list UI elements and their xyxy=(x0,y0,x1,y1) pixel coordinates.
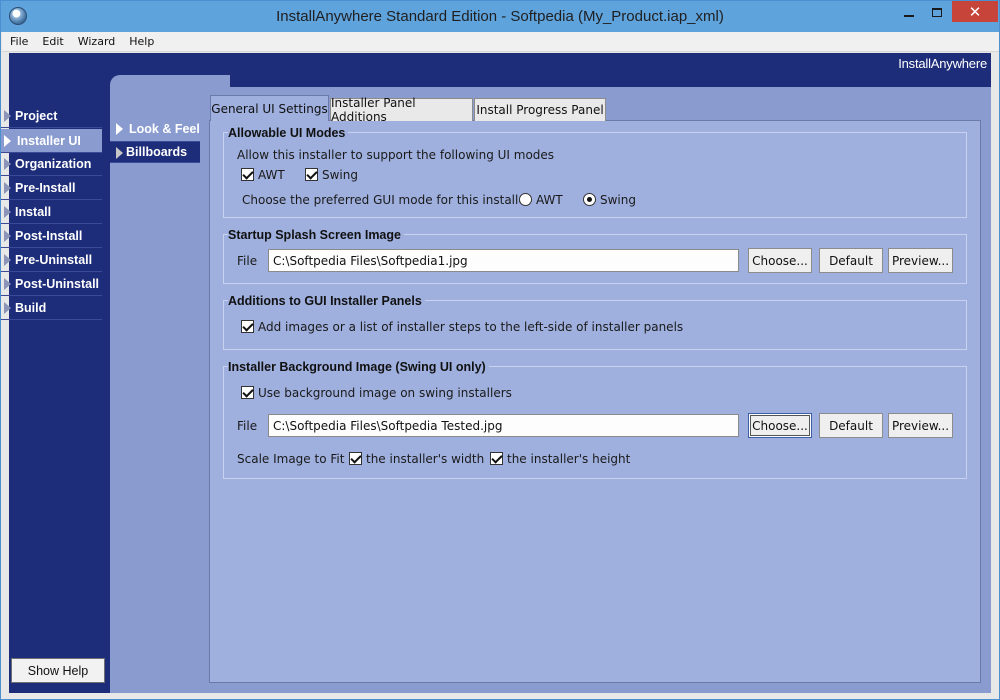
minimize-icon xyxy=(904,15,914,17)
expand-arrow-icon xyxy=(4,278,11,290)
menu-wizard[interactable]: Wizard xyxy=(72,35,122,48)
preferred-awt-radio-label: AWT xyxy=(536,193,563,207)
nav-item-label: Build xyxy=(15,300,47,315)
splash-file-field[interactable]: C:\Softpedia Files\Softpedia1.jpg xyxy=(268,249,739,272)
minimize-button[interactable] xyxy=(896,1,922,23)
nav-item-post-uninstall[interactable]: Post-Uninstall xyxy=(1,272,102,296)
brand-logo-text: InstallAnywhere xyxy=(898,56,987,71)
background-choose-button[interactable]: Choose... xyxy=(748,413,812,438)
splash-default-button[interactable]: Default xyxy=(819,248,883,273)
show-help-button[interactable]: Show Help xyxy=(11,658,105,683)
maximize-button[interactable] xyxy=(924,1,950,23)
use-background-checkbox[interactable] xyxy=(241,386,254,399)
background-default-button[interactable]: Default xyxy=(819,413,883,438)
brand-header: InstallAnywhere xyxy=(9,53,991,75)
splash-choose-button[interactable]: Choose... xyxy=(748,248,812,273)
nav-item-label: Pre-Install xyxy=(15,180,76,195)
background-preview-button[interactable]: Preview... xyxy=(888,413,953,438)
splash-title: Startup Splash Screen Image xyxy=(228,228,404,242)
expand-arrow-icon xyxy=(4,302,11,314)
background-file-label: File xyxy=(237,419,258,433)
background-file-field[interactable]: C:\Softpedia Files\Softpedia Tested.jpg xyxy=(268,414,739,437)
nav-item-label: Organization xyxy=(15,156,92,171)
splash-preview-button[interactable]: Preview... xyxy=(888,248,953,273)
expand-arrow-icon xyxy=(4,110,11,122)
use-background-checkbox-label: Use background image on swing installers xyxy=(258,386,512,400)
add-steps-checkbox-label: Add images or a list of installer steps … xyxy=(258,320,684,334)
nav-item-pre-install[interactable]: Pre-Install xyxy=(1,176,102,200)
preferred-swing-radio[interactable] xyxy=(583,193,596,206)
menu-file[interactable]: File xyxy=(4,35,34,48)
tab-installer-panel-additions[interactable]: Installer Panel Additions xyxy=(330,96,473,124)
background-title: Installer Background Image (Swing UI onl… xyxy=(228,360,489,374)
nav-item-label: Post-Uninstall xyxy=(15,276,100,291)
subnav-item-label: Look & Feel xyxy=(129,122,200,136)
preferred-awt-radio[interactable] xyxy=(519,193,532,206)
expand-arrow-icon xyxy=(116,147,123,159)
tab-install-progress-panel[interactable]: Install Progress Panel xyxy=(474,98,606,121)
swing-checkbox-label: Swing xyxy=(322,168,358,182)
add-steps-checkbox[interactable] xyxy=(241,320,254,333)
splash-file-label: File xyxy=(237,254,258,268)
ui-modes-title: Allowable UI Modes xyxy=(228,126,349,140)
close-button[interactable]: ✕ xyxy=(952,1,998,22)
expand-arrow-icon xyxy=(4,158,11,170)
nav-item-label: Pre-Uninstall xyxy=(15,252,93,267)
scale-height-checkbox[interactable] xyxy=(490,452,503,465)
title-bar: InstallAnywhere Standard Edition - Softp… xyxy=(1,1,999,32)
nav-item-post-install[interactable]: Post-Install xyxy=(1,224,102,248)
swing-checkbox[interactable] xyxy=(305,168,318,181)
maximize-icon xyxy=(932,7,942,17)
ui-modes-description: Allow this installer to support the foll… xyxy=(237,148,555,162)
expand-arrow-icon xyxy=(4,206,11,218)
nav-item-label: Project xyxy=(15,108,58,123)
expand-arrow-icon xyxy=(4,135,11,147)
tab-general-ui-settings-label[interactable]: General UI Settings xyxy=(210,95,329,121)
nav-item-installer-ui[interactable]: Installer UI xyxy=(1,129,102,153)
nav-item-label: Post-Install xyxy=(15,228,83,243)
close-icon: ✕ xyxy=(968,2,982,21)
menu-bar: File Edit Wizard Help xyxy=(2,32,999,52)
awt-checkbox-label: AWT xyxy=(258,168,285,182)
nav-item-build[interactable]: Build xyxy=(1,296,102,320)
installanywhere-window: InstallAnywhere Standard Edition - Softp… xyxy=(0,0,1000,700)
menu-edit[interactable]: Edit xyxy=(36,35,69,48)
subnav-item-look-and-feel[interactable]: Look & Feel xyxy=(110,118,200,140)
scale-width-checkbox[interactable] xyxy=(349,452,362,465)
awt-checkbox[interactable] xyxy=(241,168,254,181)
expand-arrow-icon xyxy=(4,230,11,242)
preferred-gui-label: Choose the preferred GUI mode for this i… xyxy=(242,193,531,207)
preferred-swing-radio-label: Swing xyxy=(600,193,636,207)
nav-item-label: Installer UI xyxy=(17,133,81,148)
nav-item-pre-uninstall[interactable]: Pre-Uninstall xyxy=(1,248,102,272)
scale-width-checkbox-label: the installer's width xyxy=(366,452,485,466)
subnav-item-billboards[interactable]: Billboards xyxy=(110,141,200,163)
nav-item-organization[interactable]: Organization xyxy=(1,152,102,176)
subnav-item-label: Billboards xyxy=(126,145,188,159)
menu-help[interactable]: Help xyxy=(123,35,160,48)
expand-arrow-icon xyxy=(116,123,123,135)
scale-to-fit-label: Scale Image to Fit xyxy=(237,452,345,466)
nav-item-project[interactable]: Project xyxy=(1,104,102,128)
scale-height-checkbox-label: the installer's height xyxy=(507,452,631,466)
nav-item-install[interactable]: Install xyxy=(1,200,102,224)
nav-item-label: Install xyxy=(15,204,52,219)
additions-title: Additions to GUI Installer Panels xyxy=(228,294,425,308)
window-title: InstallAnywhere Standard Edition - Softp… xyxy=(276,8,724,25)
expand-arrow-icon xyxy=(4,182,11,194)
expand-arrow-icon xyxy=(4,254,11,266)
